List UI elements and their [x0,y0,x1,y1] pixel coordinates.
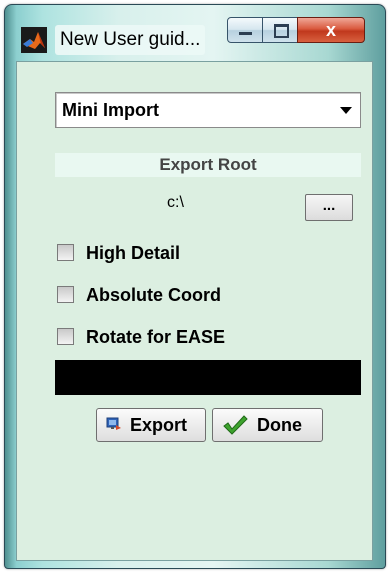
absolute-coord-checkbox[interactable] [57,286,74,303]
export-root-header: Export Root [55,153,361,177]
status-display [55,360,361,395]
checkmark-icon [223,415,248,435]
export-button-label: Export [130,415,188,435]
export-root-path: c:\ [167,194,184,211]
close-button[interactable]: x [297,17,365,43]
close-icon: x [325,20,336,40]
minimize-button[interactable] [227,17,263,43]
high-detail-checkbox[interactable] [57,244,74,261]
maximize-button[interactable] [262,17,298,43]
matlab-logo-icon [21,27,47,53]
high-detail-label: High Detail [86,243,181,263]
rotate-for-ease-checkbox[interactable] [57,328,74,345]
window-title: New User guid... [55,25,206,55]
done-button-label: Done [257,415,302,435]
absolute-coord-label: Absolute Coord [86,285,221,305]
export-icon [106,417,121,430]
dropdown-selected-value: Mini Import [62,100,159,120]
title-bar[interactable]: New User guid... x [5,5,385,61]
dialog-panel: Mini Import Export Root c:\ ... High Det… [16,61,373,561]
export-button[interactable]: Export [96,408,206,442]
done-button[interactable]: Done [212,408,323,442]
import-mode-dropdown[interactable]: Mini Import [55,92,361,128]
browse-button[interactable]: ... [305,194,353,221]
rotate-for-ease-label: Rotate for EASE [86,327,226,347]
dropdown-arrow-icon [340,107,352,114]
app-window: New User guid... x Mini Import Export Ro… [4,4,386,569]
